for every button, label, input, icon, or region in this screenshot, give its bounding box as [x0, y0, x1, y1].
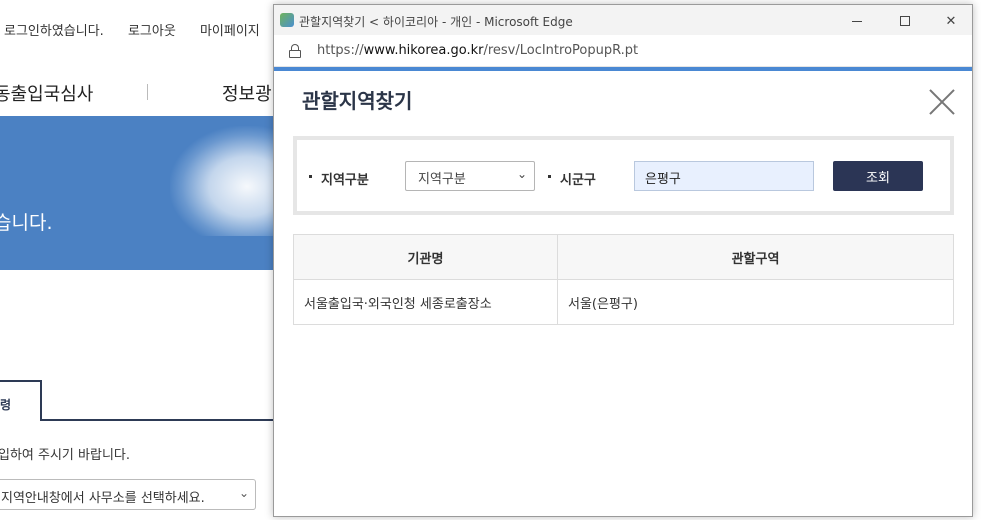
minimize-button[interactable] [834, 8, 880, 34]
nav-item-immigration[interactable]: 동출입국심사 [0, 80, 93, 106]
banner-text: 습니다. [0, 212, 53, 234]
tab-label: 령 [0, 398, 12, 412]
maximize-icon [900, 16, 910, 26]
url-scheme: https:// [317, 43, 364, 58]
search-panel: 지역구분 지역구분 ⌄ 시군구 은평구 조회 [293, 136, 954, 215]
office-select-value: 지역안내창에서 사무소를 선택하세요. [1, 491, 205, 506]
chevron-down-icon: ⌄ [238, 486, 249, 500]
window-close-button[interactable]: ✕ [928, 8, 972, 34]
table-row[interactable]: 서울출입국·외국인청 세종로출장소 서울(은평구) [293, 279, 954, 325]
header-agency: 기관명 [293, 234, 558, 280]
region-select[interactable]: 지역구분 ⌄ [405, 161, 535, 191]
nav-divider [147, 84, 148, 100]
sigungu-input[interactable]: 은평구 [634, 161, 814, 191]
region-select-value: 지역구분 [418, 172, 466, 187]
maximize-button[interactable] [882, 8, 928, 34]
cell-agency: 서울출입국·외국인청 세종로출장소 [293, 279, 558, 325]
top-utility-bar: 로그인하였습니다. 로그아웃 마이페이지 [4, 20, 280, 39]
close-icon: ✕ [945, 13, 957, 29]
login-status-text: 로그인하였습니다. [4, 24, 104, 39]
instruction-text: 입하여 주시기 바랍니다. [0, 448, 130, 463]
tab-underline [42, 419, 282, 421]
url-host: www.hikorea.go.kr [363, 43, 484, 58]
table-header-row: 기관명 관할구역 [293, 234, 954, 280]
sigungu-label: 시군구 [548, 169, 596, 188]
url-path: /resv/LocIntroPopupR.pt [483, 43, 639, 58]
popup-close-button[interactable] [929, 89, 955, 115]
result-table: 기관명 관할구역 서울출입국·외국인청 세종로출장소 서울(은평구) [293, 234, 954, 325]
window-titlebar[interactable]: 관할지역찾기 < 하이코리아 - 개인 - Microsoft Edge ✕ [274, 5, 972, 35]
chevron-down-icon: ⌄ [516, 167, 527, 181]
nav-item-info[interactable]: 정보광 [222, 80, 272, 106]
url-text[interactable]: https://www.hikorea.go.kr/resv/LocIntroP… [317, 43, 638, 58]
search-button[interactable]: 조회 [833, 161, 923, 191]
cloud-graphic [170, 126, 290, 236]
logout-link[interactable]: 로그아웃 [128, 24, 176, 39]
window-title: 관할지역찾기 < 하이코리아 - 개인 - Microsoft Edge [299, 15, 573, 29]
hero-banner: 습니다. [0, 116, 290, 270]
accent-bar [274, 67, 972, 71]
mypage-link[interactable]: 마이페이지 [200, 24, 260, 39]
app-icon [280, 13, 294, 27]
region-label: 지역구분 [309, 169, 369, 188]
popup-title: 관할지역찾기 [302, 89, 413, 113]
lock-icon[interactable] [289, 44, 301, 58]
address-bar[interactable]: https://www.hikorea.go.kr/resv/LocIntroP… [274, 35, 972, 67]
office-select[interactable]: 지역안내창에서 사무소를 선택하세요. ⌄ [0, 479, 256, 510]
main-nav: 동출입국심사 정보광 [0, 80, 280, 106]
header-jurisdiction: 관할구역 [557, 234, 954, 280]
popup-window: 관할지역찾기 < 하이코리아 - 개인 - Microsoft Edge ✕ h… [273, 4, 973, 517]
minimize-icon [852, 20, 862, 22]
cell-jurisdiction: 서울(은평구) [557, 279, 954, 325]
